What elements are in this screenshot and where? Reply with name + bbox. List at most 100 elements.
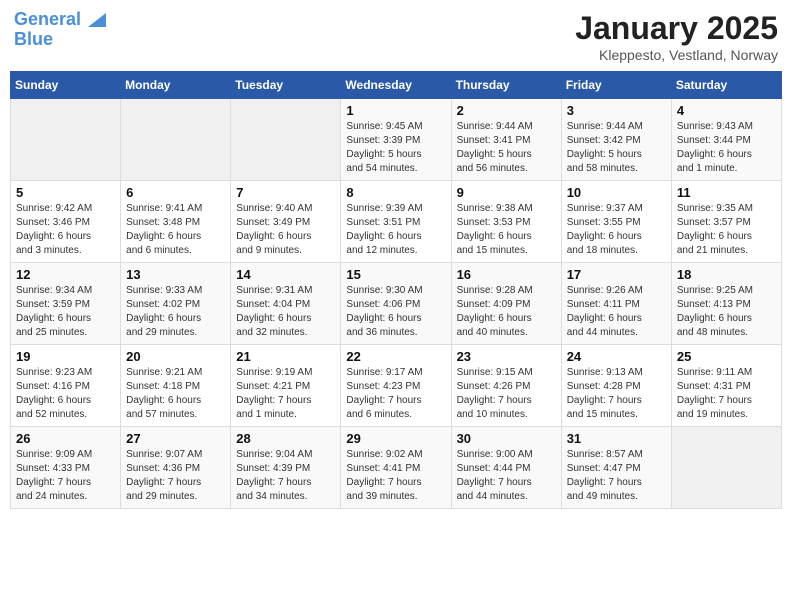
calendar-cell (671, 427, 781, 509)
day-info: Sunrise: 9:26 AM Sunset: 4:11 PM Dayligh… (567, 284, 666, 340)
month-title: January 2025 (575, 10, 778, 47)
calendar-cell: 29 Sunrise: 9:02 AM Sunset: 4:41 PM Dayli… (341, 427, 451, 509)
day-info: Sunrise: 9:44 AM Sunset: 3:42 PM Dayligh… (567, 120, 666, 176)
day-number: 17 (567, 267, 666, 282)
calendar-cell: 23Sunrise: 9:15 AM Sunset: 4:26 PM Dayli… (451, 345, 561, 427)
calendar-cell: 8Sunrise: 9:39 AM Sunset: 3:51 PM Daylig… (341, 181, 451, 263)
location: Kleppesto, Vestland, Norway (575, 47, 778, 63)
day-number: 31 (567, 431, 666, 446)
weekday-header: Monday (121, 72, 231, 99)
calendar-cell: 31 Sunrise: 8:57 AM Sunset: 4:47 PM Dayli… (561, 427, 671, 509)
day-number: 12 (16, 267, 115, 282)
calendar-cell: 15 Sunrise: 9:30 AM Sunset: 4:06 PM Dayli… (341, 263, 451, 345)
day-number: 11 (677, 185, 776, 200)
day-info: Sunrise: 9:21 AM Sunset: 4:18 PM Dayligh… (126, 366, 225, 422)
calendar-week-row: 26 Sunrise: 9:09 AM Sunset: 4:33 PM Dayli… (11, 427, 782, 509)
calendar-cell: 17 Sunrise: 9:26 AM Sunset: 4:11 PM Dayli… (561, 263, 671, 345)
calendar-table: SundayMondayTuesdayWednesdayThursdayFrid… (10, 71, 782, 509)
calendar-cell: 21Sunrise: 9:19 AM Sunset: 4:21 PM Dayli… (231, 345, 341, 427)
calendar-cell: 10Sunrise: 9:37 AM Sunset: 3:55 PM Dayli… (561, 181, 671, 263)
day-number: 23 (457, 349, 556, 364)
weekday-header: Wednesday (341, 72, 451, 99)
calendar-cell: 12Sunrise: 9:34 AM Sunset: 3:59 PM Dayli… (11, 263, 121, 345)
logo-icon (88, 13, 106, 27)
calendar-cell: 5Sunrise: 9:42 AM Sunset: 3:46 PM Daylig… (11, 181, 121, 263)
calendar-cell: 2 Sunrise: 9:44 AM Sunset: 3:41 PM Daylig… (451, 99, 561, 181)
day-info: Sunrise: 9:38 AM Sunset: 3:53 PM Dayligh… (457, 202, 556, 258)
calendar-week-row: 12Sunrise: 9:34 AM Sunset: 3:59 PM Dayli… (11, 263, 782, 345)
day-number: 3 (567, 103, 666, 118)
day-number: 14 (236, 267, 335, 282)
calendar-cell: 16 Sunrise: 9:28 AM Sunset: 4:09 PM Dayli… (451, 263, 561, 345)
logo-text2: Blue (14, 30, 53, 50)
calendar-cell: 28Sunrise: 9:04 AM Sunset: 4:39 PM Dayli… (231, 427, 341, 509)
day-info: Sunrise: 9:28 AM Sunset: 4:09 PM Dayligh… (457, 284, 556, 340)
calendar-header: SundayMondayTuesdayWednesdayThursdayFrid… (11, 72, 782, 99)
day-number: 15 (346, 267, 445, 282)
calendar-cell: 9 Sunrise: 9:38 AM Sunset: 3:53 PM Daylig… (451, 181, 561, 263)
day-number: 8 (346, 185, 445, 200)
day-info: Sunrise: 9:09 AM Sunset: 4:33 PM Dayligh… (16, 448, 115, 504)
day-number: 19 (16, 349, 115, 364)
weekday-header: Saturday (671, 72, 781, 99)
calendar-cell (11, 99, 121, 181)
day-info: Sunrise: 9:35 AM Sunset: 3:57 PM Dayligh… (677, 202, 776, 258)
day-number: 6 (126, 185, 225, 200)
weekday-header: Friday (561, 72, 671, 99)
day-number: 30 (457, 431, 556, 446)
calendar-cell: 25Sunrise: 9:11 AM Sunset: 4:31 PM Dayli… (671, 345, 781, 427)
day-info: Sunrise: 9:17 AM Sunset: 4:23 PM Dayligh… (346, 366, 445, 422)
day-number: 29 (346, 431, 445, 446)
calendar-cell: 19 Sunrise: 9:23 AM Sunset: 4:16 PM Dayli… (11, 345, 121, 427)
day-number: 7 (236, 185, 335, 200)
day-info: Sunrise: 9:23 AM Sunset: 4:16 PM Dayligh… (16, 366, 115, 422)
calendar-cell: 14 Sunrise: 9:31 AM Sunset: 4:04 PM Dayli… (231, 263, 341, 345)
calendar-week-row: 5Sunrise: 9:42 AM Sunset: 3:46 PM Daylig… (11, 181, 782, 263)
day-info: Sunrise: 9:00 AM Sunset: 4:44 PM Dayligh… (457, 448, 556, 504)
weekday-header: Tuesday (231, 72, 341, 99)
calendar-cell (121, 99, 231, 181)
day-number: 9 (457, 185, 556, 200)
weekday-header: Thursday (451, 72, 561, 99)
day-info: Sunrise: 9:41 AM Sunset: 3:48 PM Dayligh… (126, 202, 225, 258)
calendar-cell: 30 Sunrise: 9:00 AM Sunset: 4:44 PM Dayli… (451, 427, 561, 509)
calendar-cell: 11 Sunrise: 9:35 AM Sunset: 3:57 PM Dayli… (671, 181, 781, 263)
calendar-cell: 6 Sunrise: 9:41 AM Sunset: 3:48 PM Daylig… (121, 181, 231, 263)
day-info: Sunrise: 9:11 AM Sunset: 4:31 PM Dayligh… (677, 366, 776, 422)
calendar-cell: 22 Sunrise: 9:17 AM Sunset: 4:23 PM Dayli… (341, 345, 451, 427)
calendar-cell: 26 Sunrise: 9:09 AM Sunset: 4:33 PM Dayli… (11, 427, 121, 509)
logo: General Blue (14, 10, 106, 50)
day-info: Sunrise: 9:30 AM Sunset: 4:06 PM Dayligh… (346, 284, 445, 340)
day-info: Sunrise: 9:44 AM Sunset: 3:41 PM Dayligh… (457, 120, 556, 176)
day-info: Sunrise: 8:57 AM Sunset: 4:47 PM Dayligh… (567, 448, 666, 504)
day-number: 21 (236, 349, 335, 364)
calendar-cell (231, 99, 341, 181)
day-info: Sunrise: 9:31 AM Sunset: 4:04 PM Dayligh… (236, 284, 335, 340)
calendar-cell: 24 Sunrise: 9:13 AM Sunset: 4:28 PM Dayli… (561, 345, 671, 427)
calendar-cell: 3 Sunrise: 9:44 AM Sunset: 3:42 PM Daylig… (561, 99, 671, 181)
calendar-cell: 18Sunrise: 9:25 AM Sunset: 4:13 PM Dayli… (671, 263, 781, 345)
day-info: Sunrise: 9:02 AM Sunset: 4:41 PM Dayligh… (346, 448, 445, 504)
day-number: 16 (457, 267, 556, 282)
day-number: 2 (457, 103, 556, 118)
calendar-week-row: 19 Sunrise: 9:23 AM Sunset: 4:16 PM Dayli… (11, 345, 782, 427)
day-number: 5 (16, 185, 115, 200)
day-info: Sunrise: 9:04 AM Sunset: 4:39 PM Dayligh… (236, 448, 335, 504)
calendar-cell: 27Sunrise: 9:07 AM Sunset: 4:36 PM Dayli… (121, 427, 231, 509)
day-info: Sunrise: 9:43 AM Sunset: 3:44 PM Dayligh… (677, 120, 776, 176)
day-number: 22 (346, 349, 445, 364)
day-number: 1 (346, 103, 445, 118)
day-number: 20 (126, 349, 225, 364)
day-number: 24 (567, 349, 666, 364)
calendar-cell: 7Sunrise: 9:40 AM Sunset: 3:49 PM Daylig… (231, 181, 341, 263)
day-number: 26 (16, 431, 115, 446)
day-number: 10 (567, 185, 666, 200)
day-number: 13 (126, 267, 225, 282)
calendar-cell: 1Sunrise: 9:45 AM Sunset: 3:39 PM Daylig… (341, 99, 451, 181)
calendar-body: 1Sunrise: 9:45 AM Sunset: 3:39 PM Daylig… (11, 99, 782, 509)
calendar-week-row: 1Sunrise: 9:45 AM Sunset: 3:39 PM Daylig… (11, 99, 782, 181)
title-block: January 2025 Kleppesto, Vestland, Norway (575, 10, 778, 63)
day-info: Sunrise: 9:13 AM Sunset: 4:28 PM Dayligh… (567, 366, 666, 422)
calendar-cell: 20 Sunrise: 9:21 AM Sunset: 4:18 PM Dayli… (121, 345, 231, 427)
day-info: Sunrise: 9:07 AM Sunset: 4:36 PM Dayligh… (126, 448, 225, 504)
